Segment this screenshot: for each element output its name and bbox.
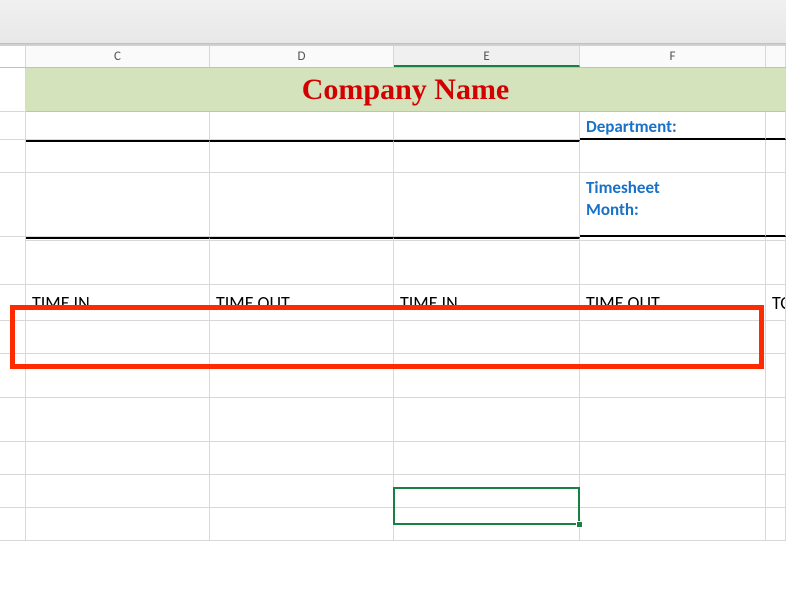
cell[interactable]: [26, 354, 210, 398]
cell[interactable]: [26, 508, 210, 541]
row-stub[interactable]: [0, 140, 26, 173]
col-header-G[interactable]: [766, 46, 786, 67]
cell[interactable]: [766, 321, 786, 354]
col-header-F[interactable]: F: [580, 46, 766, 67]
cell[interactable]: [580, 140, 766, 173]
table-header-time-out-2[interactable]: TIME OUT: [580, 285, 766, 321]
cell[interactable]: [766, 475, 786, 508]
cell[interactable]: [210, 140, 394, 173]
row-stub[interactable]: [0, 508, 26, 541]
cell[interactable]: [580, 354, 766, 398]
cell[interactable]: [394, 398, 580, 442]
cell[interactable]: [580, 442, 766, 475]
cell[interactable]: [394, 112, 580, 140]
cell[interactable]: [394, 475, 580, 508]
cell[interactable]: [766, 442, 786, 475]
table-header-time-in-1[interactable]: TIME IN: [26, 285, 210, 321]
cell[interactable]: [580, 241, 766, 285]
row-stub[interactable]: [0, 173, 26, 237]
cell[interactable]: [394, 508, 580, 541]
table-header-total[interactable]: TO: [766, 285, 786, 321]
window-chrome: [0, 0, 786, 44]
cell[interactable]: [580, 398, 766, 442]
cell[interactable]: [210, 508, 394, 541]
cell[interactable]: [26, 398, 210, 442]
cell[interactable]: [766, 241, 786, 285]
cell[interactable]: [210, 241, 394, 285]
row-stub[interactable]: [0, 285, 26, 321]
cell[interactable]: [394, 321, 580, 354]
cell[interactable]: [26, 112, 210, 140]
cell[interactable]: [210, 442, 394, 475]
cell[interactable]: [210, 398, 394, 442]
cell[interactable]: [580, 508, 766, 541]
column-header-row: C D E F: [0, 46, 786, 68]
row-stub[interactable]: [0, 398, 26, 442]
row-stub[interactable]: [0, 442, 26, 475]
cell[interactable]: [210, 321, 394, 354]
cell[interactable]: [580, 321, 766, 354]
cell[interactable]: [210, 475, 394, 508]
select-all-stub[interactable]: [0, 46, 26, 67]
cell[interactable]: [394, 241, 580, 285]
department-label[interactable]: Department:: [580, 112, 766, 140]
table-header-time-out-1[interactable]: TIME OUT: [210, 285, 394, 321]
cell[interactable]: [26, 241, 210, 285]
cell[interactable]: [580, 475, 766, 508]
timesheet-month-label[interactable]: Timesheet Month:: [580, 173, 766, 237]
table-header-time-in-2[interactable]: TIME IN: [394, 285, 580, 321]
col-header-C[interactable]: C: [26, 46, 210, 67]
cell[interactable]: [210, 354, 394, 398]
row-stub[interactable]: [0, 321, 26, 354]
row-stub[interactable]: [0, 354, 26, 398]
cell[interactable]: [26, 321, 210, 354]
col-header-E[interactable]: E: [394, 46, 580, 67]
cell[interactable]: [26, 140, 210, 173]
cell[interactable]: [210, 173, 394, 237]
cell[interactable]: [26, 173, 210, 237]
cell[interactable]: [766, 140, 786, 173]
cell[interactable]: [26, 442, 210, 475]
cell[interactable]: [210, 112, 394, 140]
spreadsheet-grid[interactable]: Company Name Department: Timesheet Month…: [0, 68, 786, 541]
cell[interactable]: [766, 354, 786, 398]
row-stub[interactable]: [0, 68, 26, 112]
row-stub[interactable]: [0, 241, 26, 285]
cell[interactable]: [394, 354, 580, 398]
cell[interactable]: [766, 112, 786, 140]
cell[interactable]: [394, 442, 580, 475]
cell[interactable]: [766, 398, 786, 442]
col-header-D[interactable]: D: [210, 46, 394, 67]
cell[interactable]: [766, 173, 786, 237]
cell[interactable]: [766, 508, 786, 541]
cell[interactable]: [394, 173, 580, 237]
company-title[interactable]: Company Name: [26, 68, 786, 112]
cell[interactable]: [394, 140, 580, 173]
row-stub[interactable]: [0, 112, 26, 140]
row-stub[interactable]: [0, 475, 26, 508]
cell[interactable]: [26, 475, 210, 508]
